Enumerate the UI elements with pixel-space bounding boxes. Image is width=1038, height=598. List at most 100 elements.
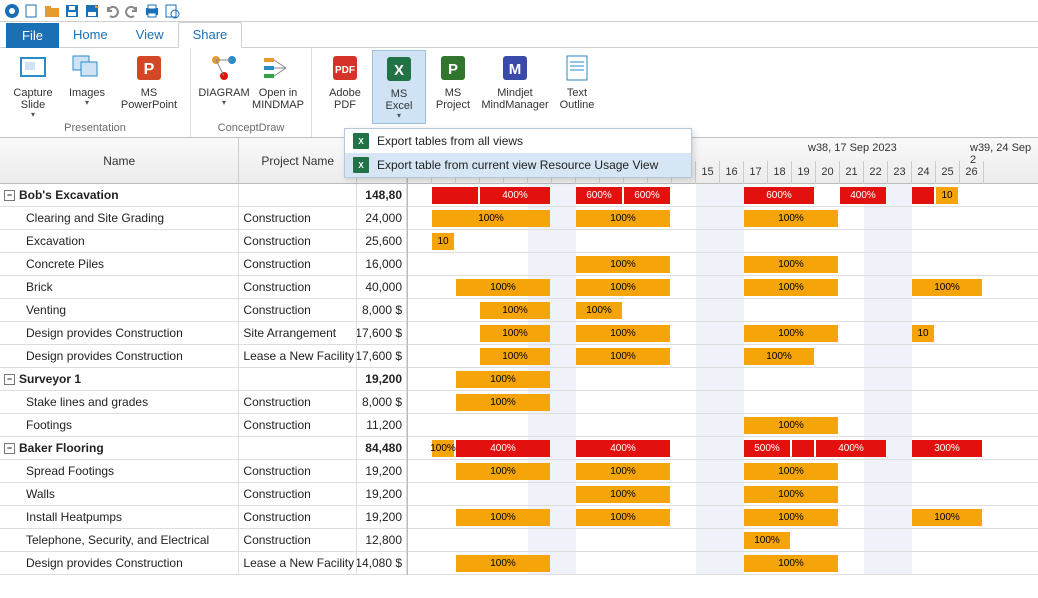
col-name[interactable]: Name <box>0 138 239 183</box>
usage-bar[interactable]: 100% <box>744 532 790 549</box>
task-row[interactable]: Stake lines and gradesConstruction8,000 … <box>0 391 407 414</box>
usage-bar[interactable]: 100% <box>576 210 670 227</box>
images-button[interactable]: Images▾ <box>60 50 114 110</box>
usage-bar[interactable]: 100% <box>576 279 670 296</box>
tab-share[interactable]: Share <box>178 22 243 48</box>
usage-bar[interactable]: 100% <box>744 256 838 273</box>
usage-bar[interactable]: 100% <box>744 509 838 526</box>
app-logo-icon[interactable] <box>4 3 20 19</box>
usage-bar[interactable]: 100% <box>912 279 982 296</box>
usage-bar[interactable]: 100% <box>744 210 838 227</box>
task-row[interactable]: Concrete PilesConstruction16,000 <box>0 253 407 276</box>
save-icon[interactable] <box>64 3 80 19</box>
usage-bar[interactable]: 100% <box>480 302 550 319</box>
tab-view[interactable]: View <box>122 23 178 47</box>
usage-bar[interactable]: 300% <box>912 440 982 457</box>
task-row[interactable]: WallsConstruction19,200 <box>0 483 407 506</box>
group-row[interactable]: −Bob's Excavation148,80 <box>0 184 407 207</box>
usage-bar[interactable]: 100% <box>912 509 982 526</box>
usage-bar[interactable]: 100% <box>456 279 550 296</box>
export-all-views-item[interactable]: X Export tables from all views <box>345 129 691 153</box>
task-row[interactable]: Install HeatpumpsConstruction19,200 <box>0 506 407 529</box>
capture-slide-button[interactable]: Capture Slide▾ <box>6 50 60 122</box>
usage-bar[interactable] <box>912 187 934 204</box>
save-as-icon[interactable] <box>84 3 100 19</box>
usage-bar[interactable]: 10 <box>936 187 958 204</box>
usage-bar[interactable]: 400% <box>576 440 670 457</box>
task-row[interactable]: Design provides ConstructionLease a New … <box>0 345 407 368</box>
usage-bar[interactable]: 500% <box>744 440 790 457</box>
usage-bar[interactable]: 100% <box>744 463 838 480</box>
tab-file[interactable]: File <box>6 23 59 48</box>
collapse-toggle[interactable]: − <box>4 190 15 201</box>
usage-bar[interactable]: 10 <box>432 233 454 250</box>
weekend-stripe <box>696 322 720 344</box>
task-row[interactable]: Design provides ConstructionLease a New … <box>0 552 407 575</box>
usage-bar[interactable]: 600% <box>624 187 670 204</box>
powerpoint-button[interactable]: P MS PowerPoint <box>114 50 184 113</box>
usage-bar[interactable]: 100% <box>576 325 670 342</box>
usage-bar[interactable]: 400% <box>456 440 550 457</box>
ms-project-button[interactable]: P MS Project <box>426 50 480 113</box>
usage-bar[interactable]: 100% <box>744 417 838 434</box>
usage-bar[interactable]: 100% <box>744 555 838 572</box>
new-icon[interactable] <box>24 3 40 19</box>
usage-bar[interactable]: 100% <box>456 394 550 411</box>
group-row[interactable]: −Baker Flooring84,480 <box>0 437 407 460</box>
open-icon[interactable] <box>44 3 60 19</box>
usage-bar[interactable]: 600% <box>744 187 814 204</box>
redo-icon[interactable] <box>124 3 140 19</box>
usage-bar[interactable]: 400% <box>816 440 886 457</box>
usage-bar[interactable] <box>792 440 814 457</box>
task-row[interactable]: VentingConstruction8,000 $ <box>0 299 407 322</box>
task-row[interactable]: Clearing and Site GradingConstruction24,… <box>0 207 407 230</box>
svg-text:M: M <box>509 61 522 78</box>
print-preview-icon[interactable] <box>164 3 180 19</box>
usage-bar[interactable]: 600% <box>576 187 622 204</box>
usage-bar[interactable]: 100% <box>744 325 838 342</box>
print-icon[interactable] <box>144 3 160 19</box>
usage-bar[interactable]: 100% <box>456 555 550 572</box>
export-current-view-item[interactable]: X Export table from current view Resourc… <box>345 153 691 177</box>
text-outline-button[interactable]: Text Outline <box>550 50 604 113</box>
usage-bar[interactable]: 100% <box>744 348 814 365</box>
tab-home[interactable]: Home <box>59 23 122 47</box>
ms-excel-button[interactable]: X MS Excel▾ <box>372 50 426 124</box>
task-row[interactable]: FootingsConstruction11,200 <box>0 414 407 437</box>
usage-bar[interactable]: 100% <box>576 348 670 365</box>
adobe-pdf-button[interactable]: PDF Adobe PDF <box>318 50 372 113</box>
undo-icon[interactable] <box>104 3 120 19</box>
usage-bar[interactable]: 100% <box>456 371 550 388</box>
usage-bar[interactable]: 100% <box>456 509 550 526</box>
collapse-toggle[interactable]: − <box>4 374 15 385</box>
usage-bar[interactable]: 100% <box>576 509 670 526</box>
usage-bar[interactable]: 100% <box>744 279 838 296</box>
usage-bar[interactable]: 100% <box>432 210 550 227</box>
task-row[interactable]: Telephone, Security, and ElectricalConst… <box>0 529 407 552</box>
diagram-button[interactable]: DIAGRAM▾ <box>197 50 251 110</box>
row-name: Brick <box>26 280 53 294</box>
task-row[interactable]: Design provides ConstructionSite Arrange… <box>0 322 407 345</box>
col-project[interactable]: Project Name <box>239 138 357 183</box>
mindmap-button[interactable]: Open in MINDMAP <box>251 50 305 113</box>
usage-bar[interactable]: 100% <box>456 463 550 480</box>
usage-bar[interactable]: 100% <box>480 348 550 365</box>
usage-bar[interactable]: 400% <box>480 187 550 204</box>
usage-bar[interactable] <box>432 187 478 204</box>
usage-bar[interactable]: 100% <box>432 440 454 457</box>
usage-bar[interactable]: 100% <box>576 486 670 503</box>
group-row[interactable]: −Surveyor 119,200 <box>0 368 407 391</box>
usage-bar[interactable]: 100% <box>744 486 838 503</box>
usage-bar[interactable]: 100% <box>576 256 670 273</box>
task-row[interactable]: ExcavationConstruction25,600 <box>0 230 407 253</box>
usage-bar[interactable]: 10 <box>912 325 934 342</box>
usage-bar[interactable]: 100% <box>576 302 622 319</box>
mindjet-button[interactable]: M Mindjet MindManager <box>480 50 550 113</box>
day-col-20: 20 <box>816 161 840 184</box>
task-row[interactable]: BrickConstruction40,000 <box>0 276 407 299</box>
usage-bar[interactable]: 100% <box>480 325 550 342</box>
task-row[interactable]: Spread FootingsConstruction19,200 <box>0 460 407 483</box>
usage-bar[interactable]: 400% <box>840 187 886 204</box>
usage-bar[interactable]: 100% <box>576 463 670 480</box>
collapse-toggle[interactable]: − <box>4 443 15 454</box>
